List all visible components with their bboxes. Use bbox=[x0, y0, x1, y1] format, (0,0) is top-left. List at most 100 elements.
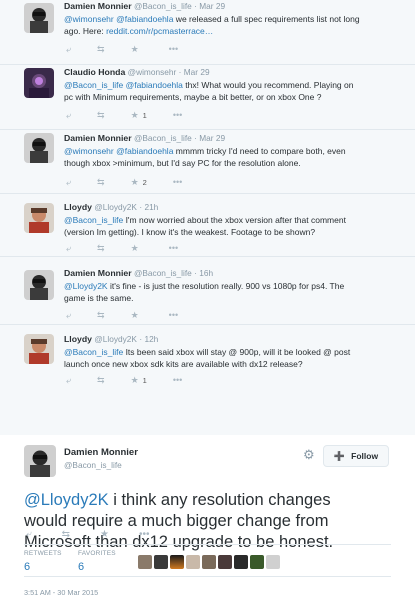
timestamp[interactable]: 12h bbox=[144, 334, 158, 344]
avatar[interactable] bbox=[24, 203, 54, 233]
mention-link[interactable]: @fabiandoehla bbox=[116, 146, 173, 156]
star-icon[interactable]: ★ 2 bbox=[131, 177, 147, 188]
author-name[interactable]: Lloydy bbox=[64, 202, 92, 212]
avatar[interactable] bbox=[202, 555, 216, 569]
reply-tweet[interactable]: Damien Monnier @Bacon_is_life · Mar 29 @… bbox=[0, 0, 415, 65]
avatar[interactable] bbox=[266, 555, 280, 569]
favorite-count: 1 bbox=[142, 110, 147, 120]
author-name[interactable]: Damien Monnier bbox=[64, 447, 138, 458]
mention-link[interactable]: @Bacon_is_life bbox=[64, 80, 123, 90]
avatar[interactable] bbox=[24, 270, 54, 300]
more-icon[interactable]: ••• bbox=[169, 243, 178, 253]
author-name[interactable]: Damien Monnier bbox=[64, 1, 132, 11]
author-name[interactable]: Lloydy bbox=[64, 334, 92, 344]
favorites-stat[interactable]: FAVORITES 6 bbox=[78, 550, 116, 573]
author-name[interactable]: Damien Monnier bbox=[64, 268, 132, 278]
tweet-text: @Bacon_is_life I'm now worried about the… bbox=[64, 214, 407, 238]
gear-icon[interactable]: ⚙ bbox=[303, 448, 317, 462]
star-icon[interactable]: ★ bbox=[131, 310, 143, 321]
author-handle[interactable]: @Lloydy2K bbox=[94, 334, 137, 344]
author-handle[interactable]: @Bacon_is_life bbox=[134, 133, 192, 143]
divider bbox=[24, 544, 391, 545]
mention-link[interactable]: @Lloydy2K bbox=[24, 491, 109, 509]
more-icon[interactable]: ••• bbox=[169, 310, 178, 320]
reply-icon[interactable]: ⤶ bbox=[66, 243, 71, 254]
avatar[interactable] bbox=[218, 555, 232, 569]
reply-tweet[interactable]: Lloydy @Lloydy2K · 12h @Bacon_is_life It… bbox=[0, 325, 415, 393]
text-span: it's fine - is just the resolution reall… bbox=[107, 281, 345, 291]
tweet-text: @Bacon_is_life @fabiandoehla thx! What w… bbox=[64, 79, 407, 103]
star-icon[interactable]: ★ bbox=[131, 243, 143, 254]
mention-link[interactable]: @Bacon_is_life bbox=[64, 215, 123, 225]
retweet-icon[interactable]: ⇆ bbox=[97, 177, 105, 188]
retweet-icon[interactable]: ⇆ bbox=[97, 44, 105, 55]
retweets-stat[interactable]: RETWEETS 6 bbox=[24, 550, 62, 573]
reply-icon[interactable]: ⤶ bbox=[66, 177, 71, 188]
more-icon[interactable]: ••• bbox=[169, 44, 178, 54]
author-handle[interactable]: @wimonsehr bbox=[128, 67, 177, 77]
star-icon[interactable]: ★ bbox=[131, 44, 143, 55]
avatar[interactable] bbox=[234, 555, 248, 569]
star-icon[interactable]: ★ 1 bbox=[131, 375, 147, 386]
conversation-thread: Damien Monnier @Bacon_is_life · Mar 29 @… bbox=[0, 0, 415, 435]
follow-button[interactable]: ➕ Follow bbox=[323, 445, 389, 467]
avatar[interactable] bbox=[138, 555, 152, 569]
more-icon[interactable]: ••• bbox=[173, 177, 182, 187]
timestamp[interactable]: Mar 29 bbox=[184, 67, 210, 77]
star-icon[interactable]: ★ bbox=[100, 529, 109, 540]
timestamp[interactable]: Mar 29 bbox=[199, 133, 225, 143]
favoriters-avatars bbox=[138, 555, 282, 569]
avatar[interactable] bbox=[154, 555, 168, 569]
reply-tweet[interactable]: Lloydy @Lloydy2K · 21h @Bacon_is_life I'… bbox=[0, 194, 415, 257]
reply-tweet[interactable]: Damien Monnier @Bacon_is_life · 16h @Llo… bbox=[0, 257, 415, 325]
retweet-icon[interactable]: ⇆ bbox=[97, 310, 105, 321]
avatar[interactable] bbox=[170, 555, 184, 569]
tweet-text-line: launch once new xbox sdk kits are availa… bbox=[64, 358, 407, 370]
favorites-count[interactable]: 6 bbox=[78, 561, 116, 573]
timestamp[interactable]: 21h bbox=[144, 202, 158, 212]
reply-icon[interactable]: ⤶ bbox=[66, 44, 71, 55]
reply-tweet[interactable]: Claudio Honda @wimonsehr · Mar 29 @Bacon… bbox=[0, 65, 415, 130]
author-handle[interactable]: @Bacon_is_life bbox=[134, 1, 192, 11]
reply-icon[interactable]: ⤶ bbox=[26, 529, 32, 540]
mention-link[interactable]: @wimonsehr bbox=[64, 14, 114, 24]
author-handle[interactable]: @Lloydy2K bbox=[94, 202, 137, 212]
avatar[interactable] bbox=[24, 133, 54, 163]
retweet-icon[interactable]: ⇆ bbox=[97, 110, 105, 121]
follow-label: Follow bbox=[351, 451, 379, 461]
reply-icon[interactable]: ⤶ bbox=[66, 110, 71, 121]
avatar[interactable] bbox=[24, 3, 54, 33]
url-link[interactable]: reddit.com/r/pcmasterrace… bbox=[106, 26, 213, 36]
avatar[interactable] bbox=[250, 555, 264, 569]
mention-link[interactable]: @wimonsehr bbox=[64, 146, 114, 156]
timestamp[interactable]: Mar 29 bbox=[199, 1, 225, 11]
more-icon[interactable]: ••• bbox=[139, 529, 150, 540]
mention-link[interactable]: @Bacon_is_life bbox=[64, 347, 123, 357]
retweet-icon[interactable]: ⇆ bbox=[62, 529, 70, 540]
more-icon[interactable]: ••• bbox=[173, 375, 182, 385]
more-icon[interactable]: ••• bbox=[173, 110, 182, 120]
star-icon[interactable]: ★ 1 bbox=[131, 110, 147, 121]
avatar[interactable] bbox=[186, 555, 200, 569]
tweet-actions: ⤶ ⇆ ★ 1 ••• bbox=[66, 109, 208, 121]
reply-tweet[interactable]: Damien Monnier @Bacon_is_life · Mar 29 @… bbox=[0, 130, 415, 194]
retweet-icon[interactable]: ⇆ bbox=[97, 243, 105, 254]
retweets-count[interactable]: 6 bbox=[24, 561, 62, 573]
mention-link[interactable]: @fabiandoehla bbox=[126, 80, 183, 90]
retweet-icon[interactable]: ⇆ bbox=[97, 375, 105, 386]
tweet-text: @wimonsehr @fabiandoehla we released a f… bbox=[64, 13, 407, 37]
author-name[interactable]: Claudio Honda bbox=[64, 67, 125, 77]
avatar[interactable] bbox=[24, 445, 56, 477]
author-handle[interactable]: @Bacon_is_life bbox=[134, 268, 192, 278]
tweet-date[interactable]: 3:51 AM - 30 Mar 2015 bbox=[24, 588, 98, 597]
mention-link[interactable]: @fabiandoehla bbox=[116, 14, 173, 24]
author-name[interactable]: Damien Monnier bbox=[64, 133, 132, 143]
avatar[interactable] bbox=[24, 334, 54, 364]
text-span: I'm now worried about the xbox version a… bbox=[123, 215, 346, 225]
mention-link[interactable]: @Lloydy2K bbox=[64, 281, 108, 291]
reply-icon[interactable]: ⤶ bbox=[66, 375, 71, 386]
avatar[interactable] bbox=[24, 68, 54, 98]
timestamp[interactable]: 16h bbox=[199, 268, 213, 278]
author-handle[interactable]: @Bacon_is_life bbox=[64, 460, 122, 470]
reply-icon[interactable]: ⤶ bbox=[66, 310, 71, 321]
